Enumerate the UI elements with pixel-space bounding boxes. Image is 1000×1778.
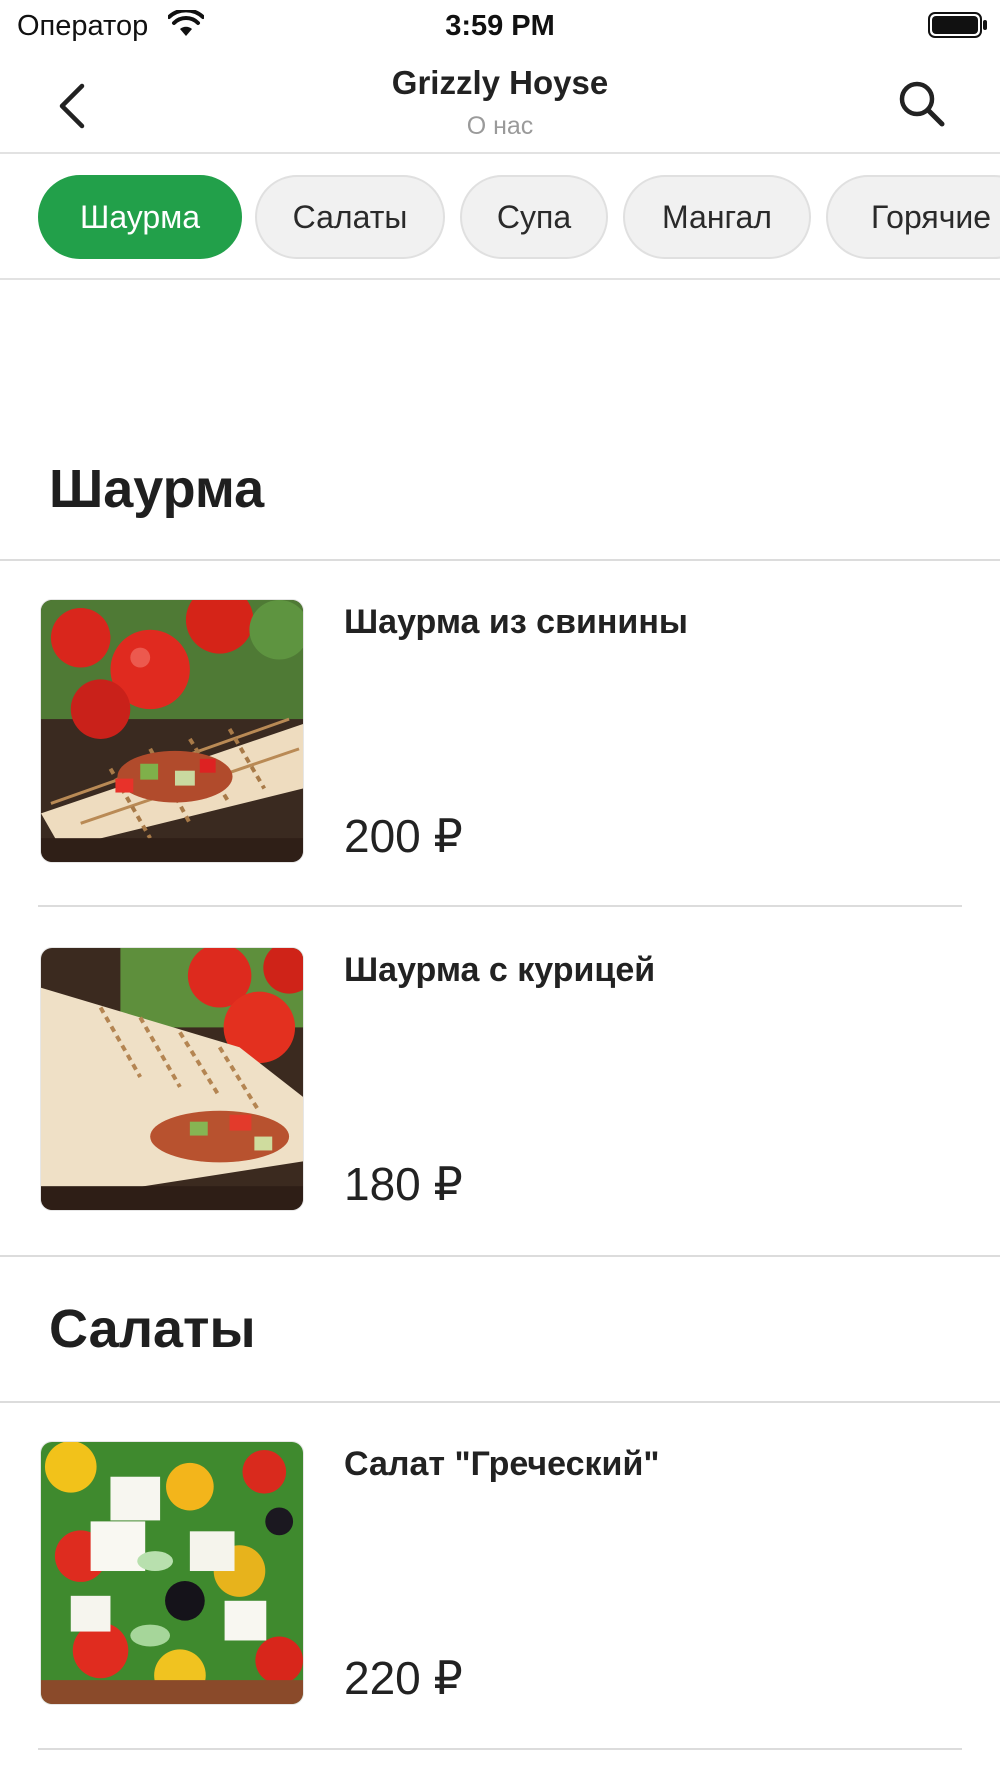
shawarma-pork-photo (40, 599, 304, 863)
item-price: 200 ₽ (344, 810, 463, 862)
section-divider (0, 1401, 1000, 1403)
category-chip-grill[interactable]: Мангал (623, 175, 811, 259)
menu-item-greek-salad[interactable]: Салат "Греческий" 220 ₽ (0, 1441, 1000, 1705)
search-button[interactable] (892, 74, 952, 134)
category-chip-shaurma[interactable]: Шаурма (38, 175, 242, 259)
shawarma-chicken-photo (40, 947, 304, 1211)
section-title-salads: Салаты (49, 1299, 256, 1359)
menu-screen: Оператор 3:59 PM Grizzly Hoyse О нас Шау… (0, 0, 1000, 1778)
item-name: Шаурма из свинины (344, 603, 688, 641)
item-name: Салат "Греческий" (344, 1445, 660, 1483)
category-tabs: Шаурма Салаты Супа Мангал Горячие (0, 156, 1000, 280)
category-chip-hot[interactable]: Горячие (826, 175, 1000, 259)
navigation-bar: Grizzly Hoyse О нас (0, 52, 1000, 154)
status-bar: Оператор 3:59 PM (0, 0, 1000, 52)
category-chip-soups[interactable]: Супа (460, 175, 608, 259)
restaurant-title: Grizzly Hoyse (391, 64, 609, 101)
search-icon (899, 81, 945, 127)
section-title-shaurma: Шаурма (49, 459, 265, 519)
menu-item-shaurma-pork[interactable]: Шаурма из свинины 200 ₽ (0, 599, 1000, 863)
greek-salad-photo (40, 1441, 304, 1705)
item-name: Шаурма с курицей (344, 951, 656, 989)
item-price: 220 ₽ (344, 1652, 463, 1704)
menu-item-shaurma-chicken[interactable]: Шаурма с курицей 180 ₽ (0, 947, 1000, 1211)
category-chip-salads[interactable]: Салаты (255, 175, 445, 259)
item-price: 180 ₽ (344, 1158, 463, 1210)
section-divider (0, 559, 1000, 561)
about-link[interactable]: О нас (0, 112, 1000, 141)
section-divider (0, 1255, 1000, 1257)
item-divider (38, 905, 962, 907)
battery-icon (928, 12, 987, 38)
status-time: 3:59 PM (445, 10, 555, 42)
item-divider (38, 1748, 962, 1750)
